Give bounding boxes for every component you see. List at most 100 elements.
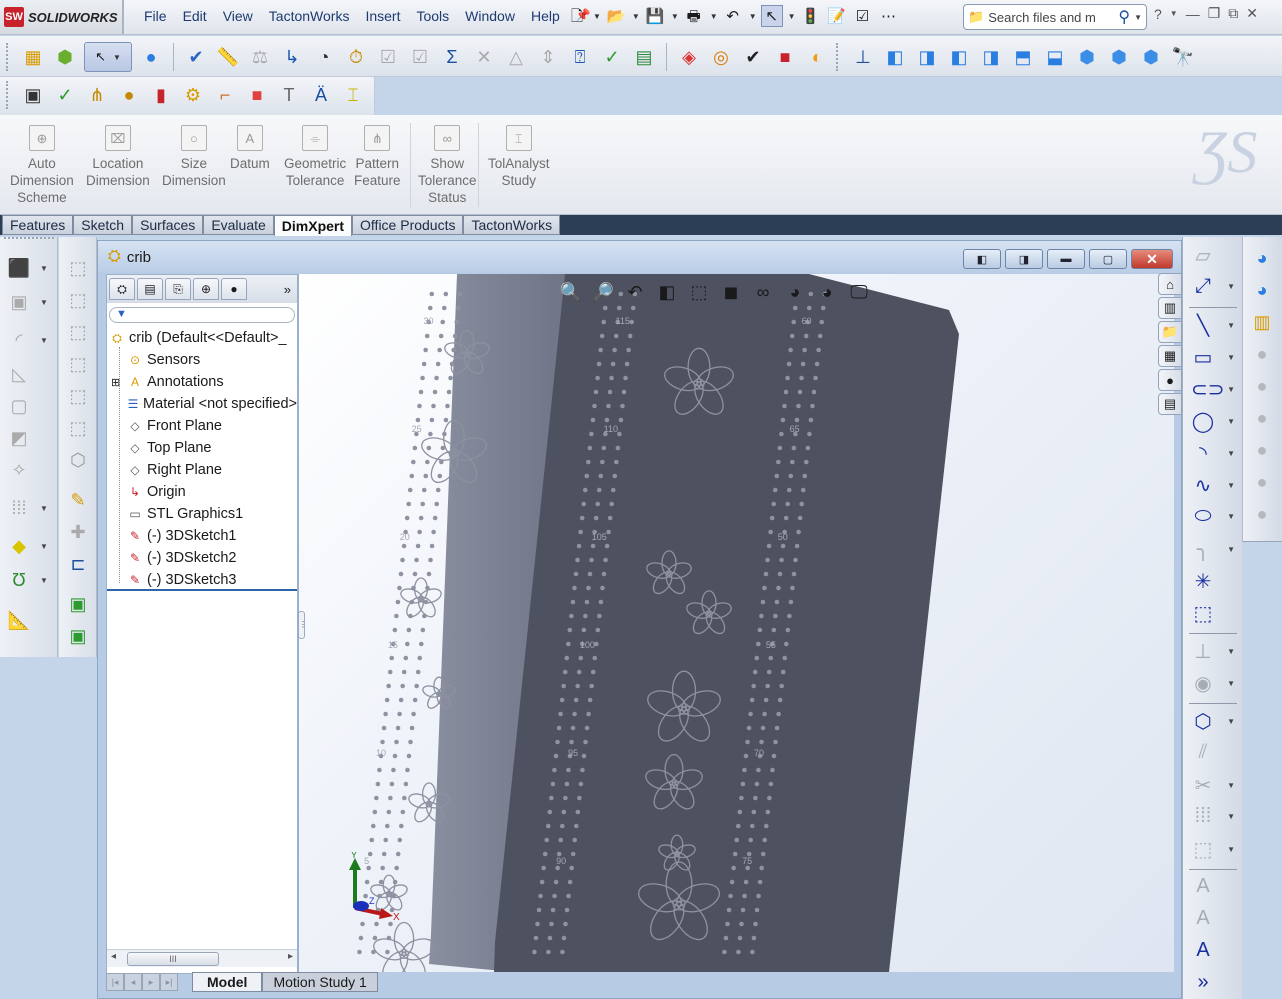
- fillet-feature-icon[interactable]: ◜: [6, 327, 32, 353]
- previous-view-icon[interactable]: ↶: [621, 280, 649, 304]
- trim-entities-button[interactable]: ✂ ▼: [1191, 773, 1235, 798]
- reference-geometry-icon[interactable]: ◆: [6, 533, 32, 559]
- doc-maximize-button[interactable]: ▢: [1089, 249, 1127, 269]
- dropdown-arrow-icon[interactable]: ▼: [1227, 717, 1235, 726]
- dropdown-arrow-icon[interactable]: ▼: [40, 336, 48, 345]
- hide-show-items-icon[interactable]: ∞: [749, 280, 777, 304]
- view-orientation-icon[interactable]: ⬚: [685, 280, 713, 304]
- select-button[interactable]: ↖ ▼: [84, 42, 132, 72]
- zoom-to-fit-icon[interactable]: 🔍: [557, 280, 585, 304]
- custom-properties-icon[interactable]: ▤: [1158, 393, 1182, 415]
- more-tabs-icon[interactable]: »: [284, 282, 291, 297]
- component-1-icon[interactable]: ▣: [65, 591, 91, 617]
- doc-close-button[interactable]: ✕: [1131, 249, 1173, 269]
- next-tab-button[interactable]: ▸: [142, 973, 160, 991]
- propertymanager-tab[interactable]: ▤: [137, 278, 163, 300]
- dropdown-arrow-icon[interactable]: ▼: [1227, 781, 1235, 790]
- dropdown-arrow-icon[interactable]: ▼: [40, 264, 48, 273]
- display-style-icon[interactable]: ◼: [717, 280, 745, 304]
- spell-check-icon[interactable]: ✔: [183, 44, 209, 70]
- design-library-icon[interactable]: ▥: [1158, 297, 1182, 319]
- tile-right-button[interactable]: ◨: [1005, 249, 1043, 269]
- menu-file[interactable]: File: [136, 8, 175, 24]
- dimxpertmanager-tab[interactable]: ⊕: [193, 278, 219, 300]
- tree-item[interactable]: ⊙ Sensors: [107, 349, 297, 371]
- tree-root-crib[interactable]: ⛭ crib (Default<<Default>_: [107, 327, 297, 349]
- tab-sketch[interactable]: Sketch: [73, 215, 133, 235]
- tree-item[interactable]: ◇ Top Plane: [107, 437, 297, 459]
- extruded-cut-icon[interactable]: ▣: [6, 289, 32, 315]
- extruded-boss-icon[interactable]: ⬛: [6, 255, 32, 281]
- tree-filter-input[interactable]: ▼: [109, 307, 295, 323]
- recall-render-icon[interactable]: ●: [1249, 501, 1275, 527]
- tree-item[interactable]: ✎ (-) 3DSketch1: [107, 525, 297, 547]
- curves-icon[interactable]: Ʊ: [6, 567, 32, 593]
- tolanalyst-study-button[interactable]: ⌶ TolAnalyst Study: [488, 125, 550, 189]
- doc-minimize-button[interactable]: ▬: [1047, 249, 1085, 269]
- top-view-icon[interactable]: ⬒: [1010, 44, 1036, 70]
- draft-analysis-icon[interactable]: △: [503, 44, 529, 70]
- 3d-sketch-button[interactable]: ⬡ ▼: [1191, 709, 1235, 734]
- menu-edit[interactable]: Edit: [175, 8, 215, 24]
- datum-button[interactable]: A Datum: [230, 125, 270, 172]
- horizontal-scrollbar[interactable]: ◂ III ▸: [107, 949, 297, 967]
- preview-window-icon[interactable]: ●: [1249, 373, 1275, 399]
- geometric-tolerance-button[interactable]: ⌯ Geometric Tolerance: [284, 125, 346, 189]
- render-preview-icon[interactable]: ●: [1249, 341, 1275, 367]
- standard-view-2-icon[interactable]: ⬚: [65, 287, 91, 313]
- insert-note-file-button[interactable]: A: [1191, 939, 1235, 962]
- crib-model[interactable]: 302520151051151101051009590606550557075: [299, 274, 1174, 972]
- component-2-icon[interactable]: ▣: [65, 623, 91, 649]
- instant3d-ruler-icon[interactable]: 📐: [6, 607, 32, 633]
- tab-motion-study-1[interactable]: Motion Study 1: [262, 972, 378, 992]
- circle-button[interactable]: ◯ ▼: [1191, 409, 1235, 434]
- dropdown-arrow-icon[interactable]: ▼: [632, 12, 640, 21]
- dropdown-arrow-icon[interactable]: ▼: [749, 12, 757, 21]
- new-document-icon[interactable]: 🗋: [566, 5, 588, 27]
- photoview-icon[interactable]: ◈: [676, 44, 702, 70]
- standard-view-5-icon[interactable]: ⬚: [65, 383, 91, 409]
- mass-properties-icon[interactable]: ⚖: [247, 44, 273, 70]
- standard-view-4-icon[interactable]: ⬚: [65, 351, 91, 377]
- dropdown-arrow-icon[interactable]: ▼: [1227, 679, 1235, 688]
- rectangle-button[interactable]: ▭ ▼: [1191, 345, 1235, 370]
- statistics-icon[interactable]: ◔: [311, 44, 337, 70]
- tolanalyst-icon[interactable]: ⌶: [340, 82, 366, 108]
- location-dimension-button[interactable]: ⌧ Location Dimension: [86, 125, 150, 189]
- search-input[interactable]: Search files and m: [988, 10, 1114, 25]
- sustainability-icon[interactable]: ◐: [804, 44, 830, 70]
- section-view-icon[interactable]: ◧: [653, 280, 681, 304]
- restore-button[interactable]: ❐: [1208, 5, 1221, 22]
- scroll-thumb[interactable]: III: [127, 952, 219, 966]
- file-explorer-icon[interactable]: 📁: [1158, 321, 1182, 343]
- decals-icon[interactable]: ▥: [1249, 309, 1275, 335]
- featuremanager-tab[interactable]: ⛭: [109, 278, 135, 300]
- tree-item[interactable]: ☰ Material <not specified>: [107, 393, 297, 415]
- design-check-icon[interactable]: ✔: [740, 44, 766, 70]
- show-tolerance-status-button[interactable]: ∞ Show Tolerance Status: [418, 125, 477, 206]
- section-properties-icon[interactable]: ↳: [279, 44, 305, 70]
- normal-to-icon[interactable]: ⊥: [850, 44, 876, 70]
- pattern-feature-button[interactable]: ⋔ Pattern Feature: [354, 125, 401, 189]
- file-properties-icon[interactable]: 📝: [826, 5, 848, 27]
- geometry-analysis-icon[interactable]: ☑: [375, 44, 401, 70]
- select-dropdown-icon[interactable]: ▼: [113, 53, 121, 62]
- ellipse-button[interactable]: ⬭ ▼: [1191, 505, 1235, 528]
- dropdown-arrow-icon[interactable]: ▼: [1227, 812, 1235, 821]
- tree-item[interactable]: ◇ Front Plane: [107, 415, 297, 437]
- size-dimension-button[interactable]: ○ Size Dimension: [162, 125, 226, 189]
- construction-geometry-button[interactable]: ⬚: [1191, 601, 1235, 626]
- undo-icon[interactable]: ↶: [722, 5, 744, 27]
- front-view-icon[interactable]: ◧: [882, 44, 908, 70]
- layout-icon[interactable]: ▦: [20, 44, 46, 70]
- menu-help[interactable]: Help: [523, 8, 568, 24]
- dropdown-arrow-icon[interactable]: ▼: [40, 298, 48, 307]
- move-entities-button[interactable]: ⬚ ▼: [1191, 837, 1235, 862]
- render-options-icon[interactable]: ●: [1249, 437, 1275, 463]
- right-view-icon[interactable]: ◨: [978, 44, 1004, 70]
- scan-to-3d-icon[interactable]: ■: [244, 82, 270, 108]
- dropdown-arrow-icon[interactable]: ▼: [593, 12, 601, 21]
- smart-dimension-button[interactable]: ⤢ ▼: [1191, 275, 1235, 298]
- apply-scene-icon[interactable]: ◕: [1249, 277, 1275, 303]
- schedule-render-icon[interactable]: ●: [1249, 469, 1275, 495]
